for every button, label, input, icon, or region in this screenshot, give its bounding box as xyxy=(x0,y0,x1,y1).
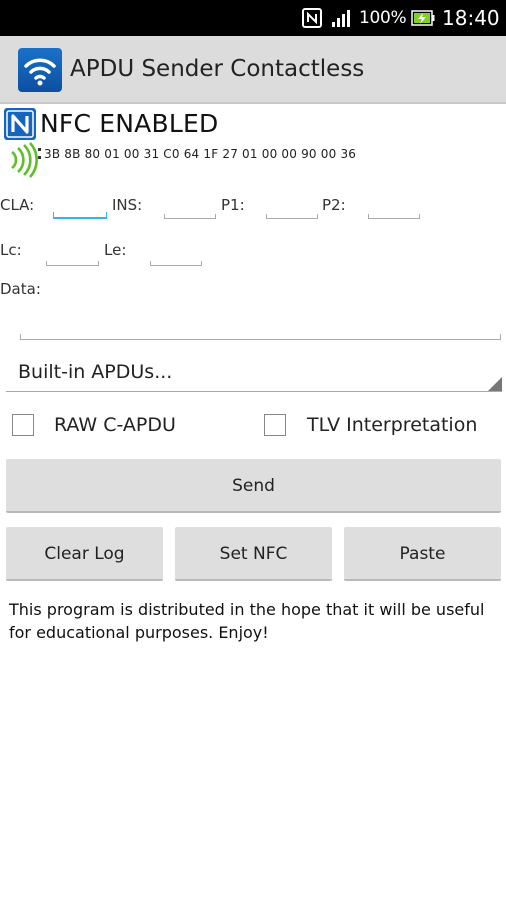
battery-percent: 100% xyxy=(359,8,407,28)
ins-label: INS: xyxy=(112,196,143,214)
lc-input[interactable] xyxy=(46,252,99,266)
tlv-interpretation-label[interactable]: TLV Interpretation xyxy=(307,414,477,436)
nfc-status-text: NFC ENABLED xyxy=(40,109,219,138)
nfc-icon xyxy=(302,8,322,28)
ins-input[interactable] xyxy=(164,205,216,219)
paste-button[interactable]: Paste xyxy=(344,527,501,581)
cla-input[interactable] xyxy=(53,205,107,219)
p2-input[interactable] xyxy=(368,205,420,219)
action-bar: APDU Sender Contactless xyxy=(0,36,506,104)
p1-input[interactable] xyxy=(266,205,318,219)
wireless-app-icon[interactable] xyxy=(18,48,62,92)
nfc-logo-icon xyxy=(4,108,36,140)
spinner-arrow-icon xyxy=(488,377,502,391)
data-label: Data: xyxy=(0,280,41,298)
send-button[interactable]: Send xyxy=(6,459,501,513)
clock: 18:40 xyxy=(442,6,500,30)
cla-label: CLA: xyxy=(0,196,35,214)
contactless-waves-icon xyxy=(11,142,41,178)
tlv-interpretation-checkbox[interactable] xyxy=(264,414,286,436)
app-title: APDU Sender Contactless xyxy=(70,56,365,82)
set-nfc-button[interactable]: Set NFC xyxy=(175,527,332,581)
raw-capdu-label[interactable]: RAW C-APDU xyxy=(54,414,176,436)
status-bar: 100% 18:40 xyxy=(0,0,506,36)
le-input[interactable] xyxy=(150,252,202,266)
log-text: This program is distributed in the hope … xyxy=(9,600,485,642)
battery-charging-icon xyxy=(411,10,435,26)
builtin-apdus-spinner[interactable]: Built-in APDUs... xyxy=(6,354,502,392)
p1-label: P1: xyxy=(221,196,245,214)
data-input[interactable] xyxy=(20,324,501,340)
p2-label: P2: xyxy=(322,196,346,214)
clear-log-button[interactable]: Clear Log xyxy=(6,527,163,581)
atr-text: 3B 8B 80 01 00 31 C0 64 1F 27 01 00 00 9… xyxy=(44,147,357,161)
signal-icon xyxy=(332,10,350,27)
raw-capdu-checkbox[interactable] xyxy=(12,414,34,436)
spinner-selected-text: Built-in APDUs... xyxy=(18,361,173,383)
le-label: Le: xyxy=(104,241,127,259)
lc-label: Lc: xyxy=(0,241,22,259)
